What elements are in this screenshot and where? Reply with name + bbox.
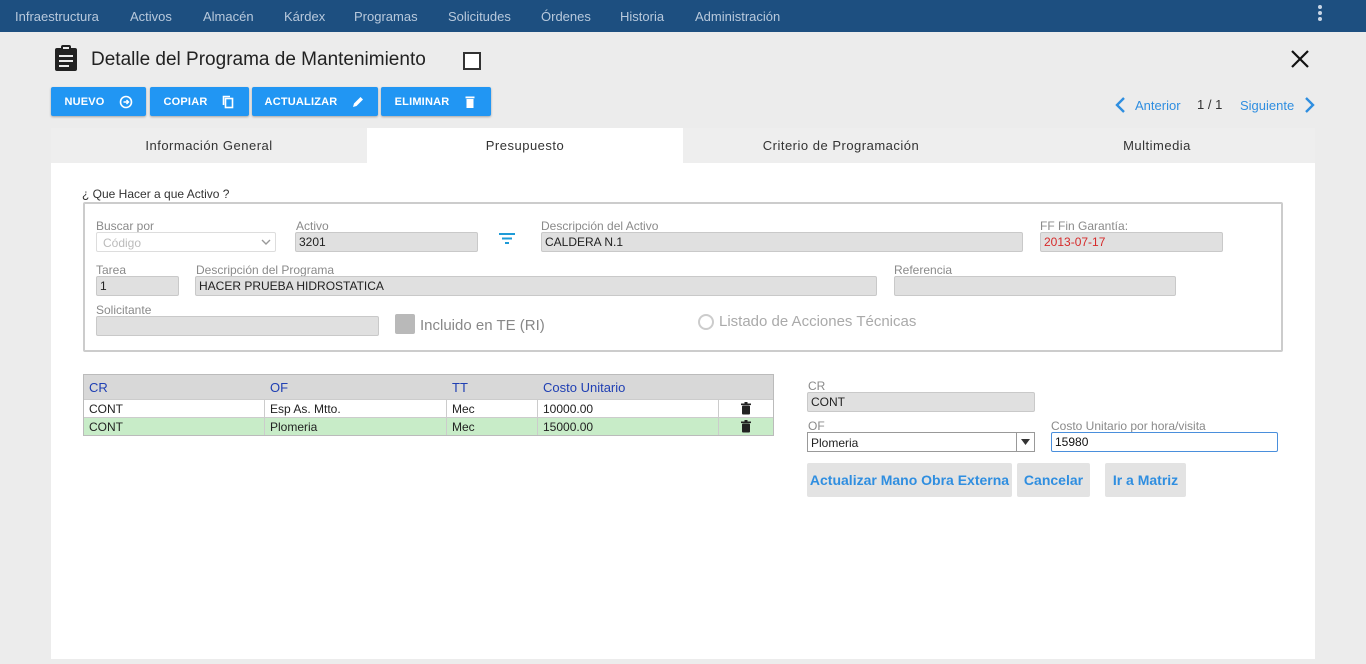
edit-of-select[interactable]: Plomeria bbox=[807, 432, 1035, 452]
nav-ordenes[interactable]: Órdenes bbox=[541, 9, 591, 24]
filter-icon[interactable] bbox=[498, 230, 516, 246]
listado-label: Listado de Acciones Técnicas bbox=[719, 313, 917, 330]
header-of[interactable]: OF bbox=[265, 375, 447, 399]
tarea-field: 1 bbox=[96, 276, 179, 296]
delete-icon bbox=[465, 96, 475, 108]
copy-icon bbox=[223, 95, 234, 108]
edit-of-value: Plomeria bbox=[811, 436, 859, 450]
nav-kardex[interactable]: Kárdex bbox=[284, 9, 325, 24]
top-navigation: Infraestructura Activos Almacén Kárdex P… bbox=[0, 0, 1366, 32]
garantia-field: 2013-07-17 bbox=[1040, 232, 1223, 252]
cell-tt: Mec bbox=[447, 418, 538, 435]
solicitante-field bbox=[96, 316, 379, 336]
title-checkbox[interactable] bbox=[463, 52, 481, 70]
nav-infraestructura[interactable]: Infraestructura bbox=[15, 9, 99, 24]
edit-costo-label: Costo Unitario por hora/visita bbox=[1051, 419, 1206, 433]
listado-radio[interactable] bbox=[698, 314, 714, 330]
table-row[interactable]: CONT Esp As. Mtto. Mec 10000.00 bbox=[84, 399, 773, 417]
nav-solicitudes[interactable]: Solicitudes bbox=[448, 9, 511, 24]
cell-of: Esp As. Mtto. bbox=[265, 400, 447, 417]
nav-administracion[interactable]: Administración bbox=[695, 9, 780, 24]
desc-activo-field: CALDERA N.1 bbox=[541, 232, 1023, 252]
nav-activos[interactable]: Activos bbox=[130, 9, 172, 24]
cell-costo: 15000.00 bbox=[538, 418, 719, 435]
edit-cr-label: CR bbox=[808, 379, 826, 393]
close-icon[interactable] bbox=[1289, 48, 1311, 70]
tarea-label: Tarea bbox=[96, 263, 127, 277]
pager-next[interactable]: Siguiente bbox=[1240, 98, 1294, 113]
garantia-label: FF Fin Garantía: bbox=[1040, 219, 1129, 233]
cell-cr: CONT bbox=[84, 400, 265, 417]
buscar-select[interactable]: Código bbox=[96, 232, 276, 252]
referencia-field bbox=[894, 276, 1176, 296]
tab-criterio-programacion[interactable]: Criterio de Programación bbox=[683, 128, 999, 163]
referencia-label: Referencia bbox=[894, 263, 953, 277]
fieldset-legend: ¿ Que Hacer a que Activo ? bbox=[82, 187, 232, 201]
edit-cr-field: CONT bbox=[807, 392, 1035, 412]
copiar-button[interactable]: COPIAR bbox=[150, 87, 249, 116]
desc-programa-label: Descripción del Programa bbox=[196, 263, 335, 277]
trash-icon[interactable] bbox=[740, 402, 752, 415]
incluido-label: Incluido en TE (RI) bbox=[420, 317, 545, 334]
more-vert-icon[interactable] bbox=[1317, 5, 1323, 23]
header-cr[interactable]: CR bbox=[84, 375, 265, 399]
nuevo-button[interactable]: NUEVO bbox=[51, 87, 146, 116]
copiar-label: COPIAR bbox=[163, 95, 208, 108]
pager-previous[interactable]: Anterior bbox=[1135, 98, 1181, 113]
chevron-right-icon[interactable] bbox=[1301, 96, 1317, 114]
edit-pencil-icon bbox=[353, 96, 364, 107]
nav-historia[interactable]: Historia bbox=[620, 9, 664, 24]
header-costo[interactable]: Costo Unitario bbox=[538, 375, 719, 399]
tab-bar: Información General Presupuesto Criterio… bbox=[51, 128, 1315, 163]
buscar-value: Código bbox=[103, 236, 142, 250]
of-dropdown-toggle[interactable] bbox=[1016, 433, 1034, 451]
delete-cell[interactable] bbox=[719, 418, 773, 435]
nav-programas[interactable]: Programas bbox=[354, 9, 418, 24]
header-tt[interactable]: TT bbox=[447, 375, 538, 399]
chevron-left-icon[interactable] bbox=[1113, 96, 1129, 114]
nav-almacen[interactable]: Almacén bbox=[203, 9, 254, 24]
nuevo-label: NUEVO bbox=[64, 95, 105, 108]
activo-label: Activo bbox=[296, 219, 329, 233]
costo-unitario-input[interactable]: 15980 bbox=[1051, 432, 1278, 452]
actualizar-label: ACTUALIZAR bbox=[264, 95, 338, 108]
edit-of-label: OF bbox=[808, 419, 825, 433]
delete-cell[interactable] bbox=[719, 400, 773, 417]
caret-down-icon bbox=[1021, 439, 1030, 445]
activo-field: 3201 bbox=[295, 232, 478, 252]
tab-multimedia[interactable]: Multimedia bbox=[999, 128, 1315, 163]
pager-count: 1 / 1 bbox=[1197, 97, 1223, 112]
desc-programa-field: HACER PRUEBA HIDROSTATICA bbox=[195, 276, 877, 296]
buscar-label: Buscar por bbox=[96, 219, 155, 233]
cell-of: Plomeria bbox=[265, 418, 447, 435]
page-title: Detalle del Programa de Mantenimiento bbox=[91, 49, 426, 70]
incluido-checkbox[interactable] bbox=[395, 314, 415, 334]
clipboard-icon bbox=[55, 45, 77, 71]
cell-tt: Mec bbox=[447, 400, 538, 417]
actualizar-mano-obra-button[interactable]: Actualizar Mano Obra Externa bbox=[807, 463, 1012, 497]
cancelar-button[interactable]: Cancelar bbox=[1017, 463, 1090, 497]
ir-a-matriz-button[interactable]: Ir a Matriz bbox=[1105, 463, 1186, 497]
chevron-down-icon bbox=[261, 239, 271, 245]
cell-cr: CONT bbox=[84, 418, 265, 435]
mano-obra-table: CR OF TT Costo Unitario CONT Esp As. Mtt… bbox=[83, 374, 774, 436]
cell-costo: 10000.00 bbox=[538, 400, 719, 417]
table-header: CR OF TT Costo Unitario bbox=[84, 375, 773, 399]
eliminar-label: ELIMINAR bbox=[394, 95, 450, 108]
tab-presupuesto[interactable]: Presupuesto bbox=[367, 128, 683, 163]
desc-activo-label: Descripción del Activo bbox=[541, 219, 659, 233]
tab-informacion-general[interactable]: Información General bbox=[51, 128, 367, 163]
eliminar-button[interactable]: ELIMINAR bbox=[381, 87, 491, 116]
trash-icon[interactable] bbox=[740, 420, 752, 433]
solicitante-label: Solicitante bbox=[96, 303, 152, 317]
table-row[interactable]: CONT Plomeria Mec 15000.00 bbox=[84, 417, 773, 435]
add-circle-icon bbox=[119, 95, 132, 108]
actualizar-button[interactable]: ACTUALIZAR bbox=[252, 87, 378, 116]
